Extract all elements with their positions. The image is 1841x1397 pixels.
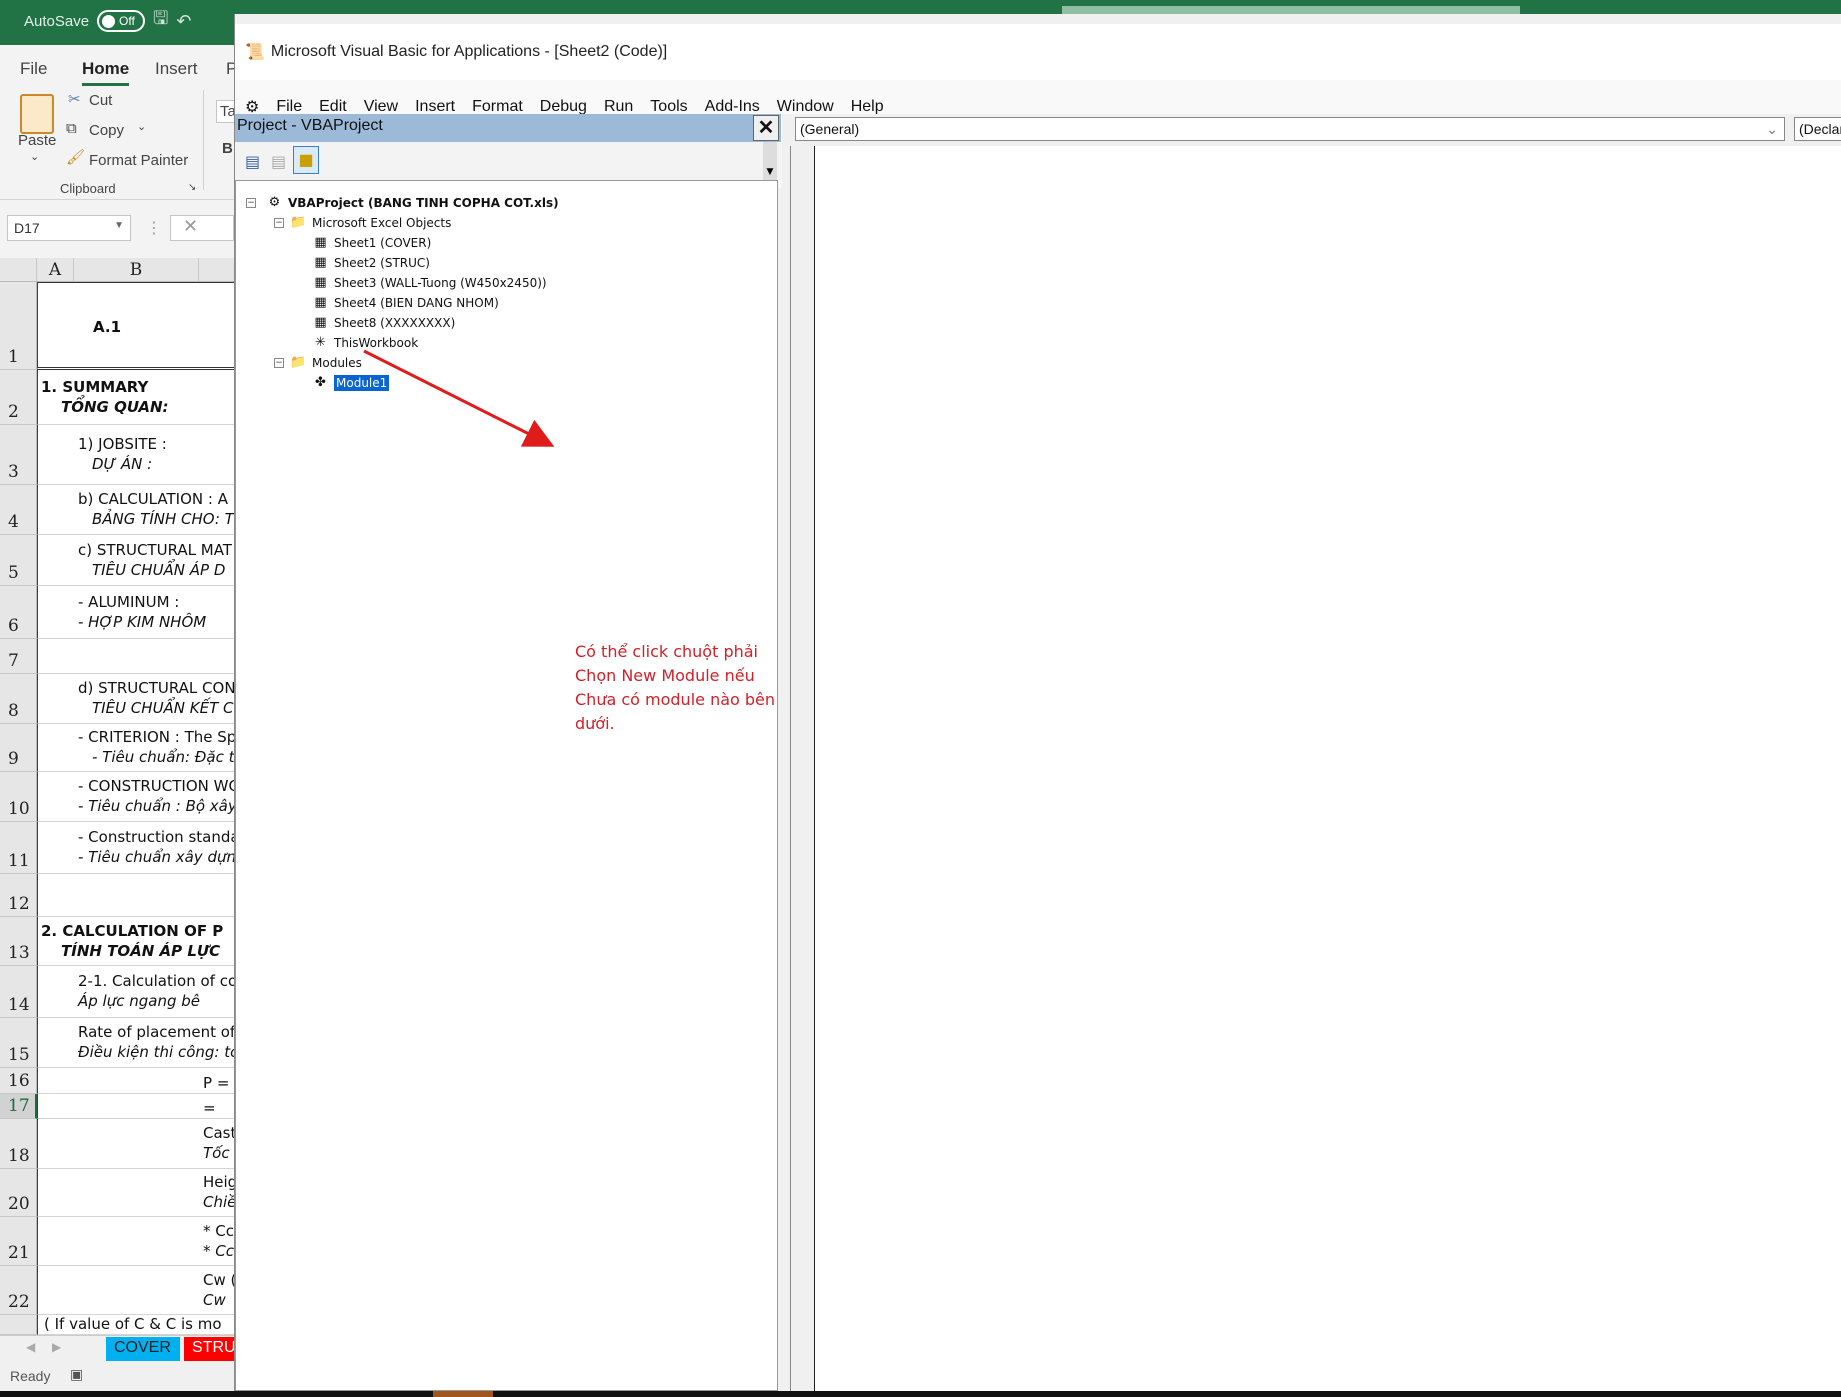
- arrow-line: [363, 349, 555, 447]
- annotation-arrow: [363, 349, 555, 447]
